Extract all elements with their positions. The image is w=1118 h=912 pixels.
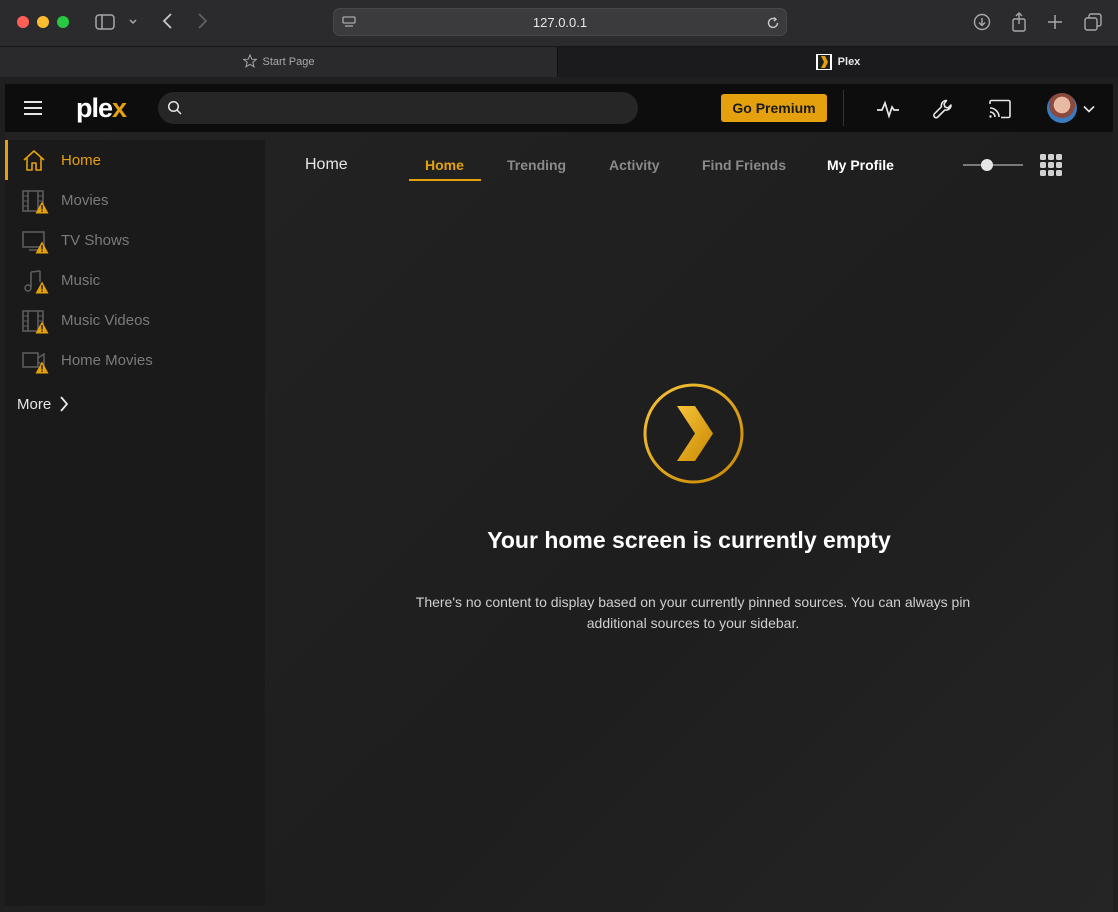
tab-start-page[interactable]: Start Page bbox=[0, 47, 558, 77]
chevron-down-icon[interactable] bbox=[1081, 96, 1097, 122]
plex-header: plex Go Premium bbox=[5, 84, 1113, 132]
tab-activity[interactable]: Activity bbox=[609, 157, 660, 173]
plex-logo[interactable]: plex bbox=[76, 93, 127, 124]
empty-state-title: Your home screen is currently empty bbox=[487, 527, 891, 553]
warning-icon bbox=[35, 321, 49, 334]
tab-trending[interactable]: Trending bbox=[507, 157, 566, 173]
sidebar-item-music-videos[interactable]: Music Videos bbox=[5, 300, 265, 340]
tab-home[interactable]: Home bbox=[425, 157, 464, 173]
plex-chevron-logo bbox=[643, 383, 744, 484]
chevron-down-icon[interactable] bbox=[126, 14, 140, 30]
plex-favicon bbox=[815, 54, 832, 70]
close-window-button[interactable] bbox=[17, 16, 29, 28]
url-text: 127.0.0.1 bbox=[532, 15, 588, 30]
empty-state-description: There's no content to display based on y… bbox=[415, 594, 971, 631]
back-icon[interactable] bbox=[158, 11, 176, 31]
grid-view-icon[interactable] bbox=[1040, 154, 1062, 176]
sidebar-item-label: Music bbox=[61, 271, 101, 289]
home-icon bbox=[21, 148, 47, 174]
go-premium-button[interactable]: Go Premium bbox=[721, 94, 827, 122]
new-tab-icon[interactable] bbox=[1045, 12, 1065, 32]
downloads-icon[interactable] bbox=[972, 12, 992, 32]
search-icon bbox=[167, 100, 183, 121]
sidebar-item-label: Music Videos bbox=[61, 311, 150, 329]
warning-icon bbox=[35, 281, 49, 294]
sidebar-item-music[interactable]: Music bbox=[5, 260, 265, 300]
sidebar-toggle-icon[interactable] bbox=[94, 13, 116, 31]
tab-label: Start Page bbox=[262, 56, 315, 68]
page-title: Home bbox=[305, 156, 348, 173]
warning-icon bbox=[35, 201, 49, 214]
share-icon[interactable] bbox=[1009, 11, 1029, 33]
browser-tab-bar: Start Page Plex bbox=[0, 46, 1118, 77]
sidebar-item-tv-shows[interactable]: TV Shows bbox=[5, 220, 265, 260]
wrench-icon[interactable] bbox=[930, 96, 956, 122]
music-icon bbox=[21, 268, 49, 294]
browser-toolbar: 127.0.0.1 bbox=[0, 0, 1118, 46]
sidebar-item-home[interactable]: Home bbox=[5, 140, 265, 180]
address-bar[interactable]: 127.0.0.1 bbox=[333, 8, 787, 36]
more-label: More bbox=[17, 395, 52, 413]
active-tab-indicator bbox=[409, 179, 481, 181]
warning-icon bbox=[35, 241, 49, 254]
forward-icon[interactable] bbox=[194, 11, 212, 31]
camera-icon bbox=[21, 348, 49, 374]
tab-my-profile[interactable]: My Profile bbox=[827, 157, 894, 173]
sidebar: Home Movies TV Shows Music Music Videos bbox=[5, 140, 265, 906]
activity-icon[interactable] bbox=[875, 96, 901, 122]
reload-icon[interactable] bbox=[765, 15, 781, 31]
tab-overview-icon[interactable] bbox=[1083, 12, 1103, 32]
poster-size-slider[interactable] bbox=[963, 164, 1023, 166]
sidebar-item-label: TV Shows bbox=[61, 231, 130, 249]
chevron-right-icon bbox=[59, 395, 69, 413]
avatar[interactable] bbox=[1047, 93, 1077, 123]
slider-handle[interactable] bbox=[981, 159, 993, 171]
sidebar-item-movies[interactable]: Movies bbox=[5, 180, 265, 220]
tv-icon bbox=[21, 228, 49, 254]
tab-find-friends[interactable]: Find Friends bbox=[702, 157, 786, 173]
star-icon bbox=[241, 53, 258, 71]
sidebar-item-home-movies[interactable]: Home Movies bbox=[5, 340, 265, 380]
hamburger-icon[interactable] bbox=[24, 101, 42, 115]
sidebar-more-button[interactable]: More bbox=[17, 395, 69, 413]
header-divider bbox=[843, 90, 844, 126]
film-icon bbox=[21, 188, 49, 214]
film-icon bbox=[21, 308, 49, 334]
sidebar-item-label: Home Movies bbox=[61, 351, 153, 369]
sidebar-item-label: Home bbox=[61, 151, 102, 169]
minimize-window-button[interactable] bbox=[37, 16, 49, 28]
warning-icon bbox=[35, 361, 49, 374]
tab-label: Plex bbox=[837, 56, 861, 68]
cast-icon[interactable] bbox=[987, 96, 1013, 122]
search-input[interactable] bbox=[158, 92, 638, 124]
sidebar-item-label: Movies bbox=[61, 191, 109, 209]
zoom-window-button[interactable] bbox=[57, 16, 69, 28]
tab-plex[interactable]: Plex bbox=[558, 47, 1118, 77]
